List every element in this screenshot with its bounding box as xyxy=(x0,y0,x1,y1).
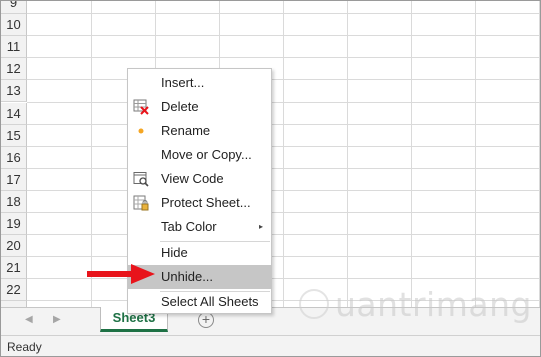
row-header-17[interactable]: 17 xyxy=(1,168,27,191)
menu-item-label: Insert... xyxy=(161,75,205,90)
menu-item-delete[interactable]: Delete xyxy=(128,95,271,119)
row-header-12[interactable]: 12 xyxy=(1,58,27,81)
watermark-logo: uantrimang xyxy=(299,283,532,333)
menu-item-tab-color[interactable]: Tab Color ▸ xyxy=(128,215,271,239)
gridline xyxy=(475,1,476,307)
menu-item-label: View Code xyxy=(161,171,224,186)
gridline xyxy=(283,1,284,307)
menu-item-label: Delete xyxy=(161,99,199,114)
new-sheet-button[interactable]: + xyxy=(198,312,214,328)
protect-sheet-icon xyxy=(133,195,149,211)
menu-item-hide[interactable]: Hide xyxy=(128,241,271,265)
gridline xyxy=(91,1,92,307)
row-header-20[interactable]: 20 xyxy=(1,235,27,258)
pointer-arrow-icon xyxy=(87,264,155,284)
menu-item-view-code[interactable]: View Code xyxy=(128,167,271,191)
watermark-circle-icon xyxy=(299,289,329,319)
row-header-9[interactable]: 9 xyxy=(1,1,27,14)
menu-item-label: Move or Copy... xyxy=(161,147,252,162)
row-header-13[interactable]: 13 xyxy=(1,80,27,103)
row-header-15[interactable]: 15 xyxy=(1,124,27,147)
row-header-19[interactable]: 19 xyxy=(1,213,27,235)
watermark-text: uantrimang xyxy=(335,285,532,324)
menu-item-label: Unhide... xyxy=(161,269,214,284)
row-header-11[interactable]: 11 xyxy=(1,36,27,59)
menu-item-insert[interactable]: Insert... xyxy=(128,71,271,95)
menu-item-move-or-copy[interactable]: Move or Copy... xyxy=(128,143,271,167)
row-header-22[interactable]: 22 xyxy=(1,279,27,302)
delete-sheet-icon xyxy=(133,99,149,115)
menu-item-rename[interactable]: Rename xyxy=(128,119,271,143)
bullet-icon xyxy=(133,123,149,139)
menu-item-protect-sheet[interactable]: Protect Sheet... xyxy=(128,191,271,215)
menu-item-select-all-sheets[interactable]: Select All Sheets xyxy=(128,290,271,314)
submenu-arrow-icon: ▸ xyxy=(258,222,263,231)
menu-item-label: Tab Color xyxy=(161,219,217,234)
row-header-10[interactable]: 10 xyxy=(1,14,27,37)
menu-item-label: Protect Sheet... xyxy=(161,195,251,210)
row-header-18[interactable]: 18 xyxy=(1,190,27,213)
tab-scroll-left-icon[interactable]: ◀ xyxy=(25,314,33,325)
status-text: Ready xyxy=(7,340,42,354)
excel-window: 91011121314151617181920212223 ◀ ▶ Sheet3… xyxy=(0,0,541,357)
gridline xyxy=(347,1,348,307)
tab-scroll-right-icon[interactable]: ▶ xyxy=(53,314,61,325)
row-header-21[interactable]: 21 xyxy=(1,257,27,280)
menu-item-label: Select All Sheets xyxy=(161,294,259,309)
gridline xyxy=(539,1,540,307)
gridline xyxy=(411,1,412,307)
menu-item-label: Hide xyxy=(161,245,188,260)
row-header-16[interactable]: 16 xyxy=(1,146,27,169)
row-header-14[interactable]: 14 xyxy=(1,102,27,125)
view-code-icon xyxy=(133,171,149,187)
status-bar: Ready xyxy=(1,335,540,356)
menu-item-label: Rename xyxy=(161,123,211,138)
